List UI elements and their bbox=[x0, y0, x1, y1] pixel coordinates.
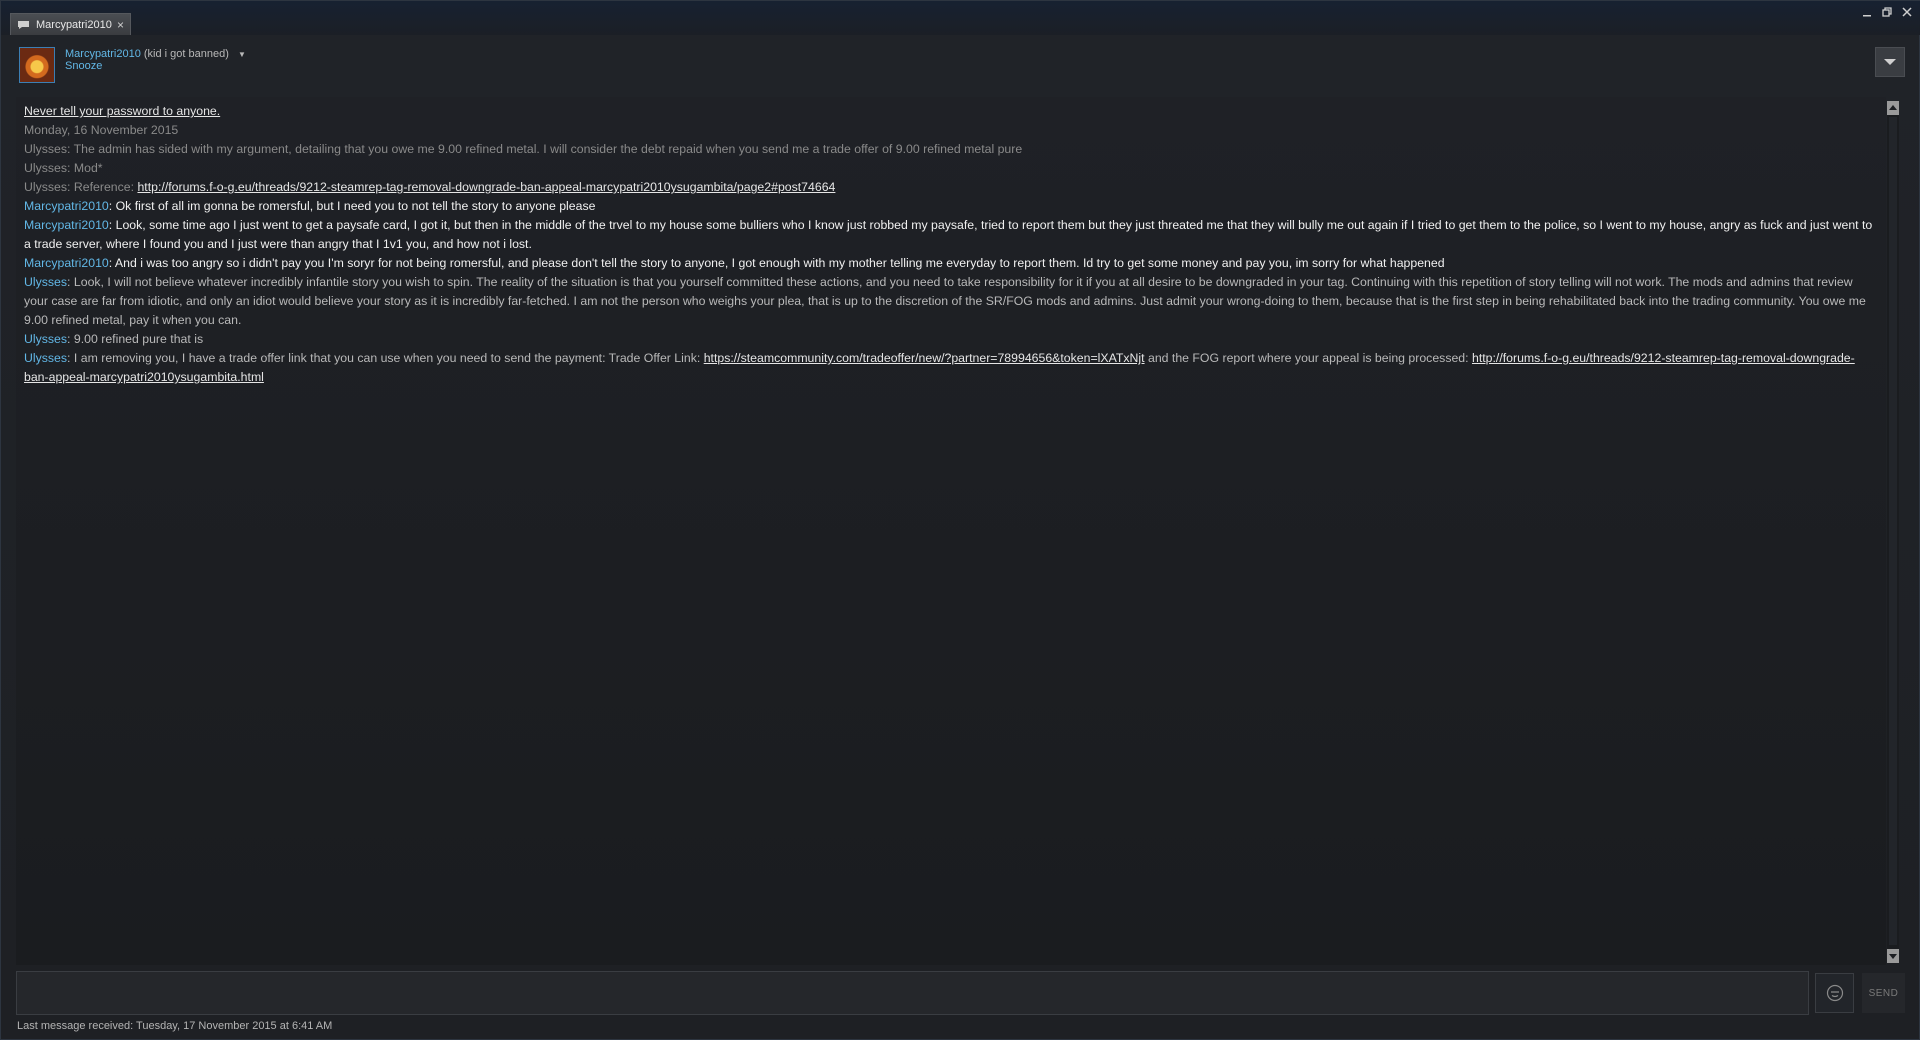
chat-header: Marcypatri2010 (kid i got banned) ▼ Snoo… bbox=[17, 47, 1905, 87]
chat-message: Ulysses: I am removing you, I have a tra… bbox=[24, 349, 1878, 387]
friend-name-row: Marcypatri2010 (kid i got banned) ▼ bbox=[65, 48, 246, 60]
message-sender: Ulysses bbox=[24, 161, 68, 175]
title-bar: Marcypatri2010 × bbox=[1, 1, 1920, 35]
message-separator: : bbox=[67, 275, 74, 289]
message-sender: Ulysses bbox=[24, 180, 68, 194]
friend-status: Snooze bbox=[65, 60, 103, 72]
tab-title: Marcypatri2010 bbox=[36, 18, 112, 31]
scroll-down-icon[interactable] bbox=[1887, 949, 1899, 963]
friend-name[interactable]: Marcypatri2010 bbox=[65, 48, 141, 60]
chat-message: Marcypatri2010: And i was too angry so i… bbox=[24, 254, 1878, 273]
message-text: Look, some time ago I just went to get a… bbox=[24, 218, 1873, 251]
scroll-up-icon[interactable] bbox=[1887, 101, 1899, 115]
chat-menu-button[interactable] bbox=[1875, 47, 1905, 77]
message-sender[interactable]: Marcypatri2010 bbox=[24, 218, 109, 232]
message-text-continued: and the FOG report where your appeal is … bbox=[1144, 351, 1472, 365]
restore-icon[interactable] bbox=[1881, 5, 1893, 17]
chat-message: Ulysses: 9.00 refined pure that is bbox=[24, 330, 1878, 349]
chat-message: Ulysses: Look, I will not believe whatev… bbox=[24, 273, 1878, 330]
tab-close-icon[interactable]: × bbox=[117, 18, 124, 32]
message-text: Ok first of all im gonna be romersful, b… bbox=[115, 199, 596, 213]
security-notice: Never tell your password to anyone. bbox=[24, 102, 1878, 121]
message-separator: : bbox=[67, 180, 74, 194]
password-notice-link[interactable]: Never tell your password to anyone. bbox=[24, 104, 220, 118]
chat-tab[interactable]: Marcypatri2010 × bbox=[10, 13, 131, 35]
message-separator: : bbox=[67, 351, 74, 365]
chat-message: Marcypatri2010: Look, some time ago I ju… bbox=[24, 216, 1878, 254]
message-separator: : bbox=[108, 218, 116, 232]
message-text: Reference: bbox=[73, 180, 138, 194]
chevron-down-icon[interactable]: ▼ bbox=[238, 50, 246, 59]
send-button[interactable]: SEND bbox=[1862, 973, 1905, 1013]
chat-message: Ulysses: Reference: http://forums.f-o-g.… bbox=[24, 178, 1878, 197]
message-text: Mod* bbox=[73, 161, 103, 175]
emoticon-button[interactable] bbox=[1815, 973, 1854, 1013]
message-sender[interactable]: Ulysses bbox=[24, 332, 67, 346]
chat-log[interactable]: Never tell your password to anyone. Mond… bbox=[16, 97, 1886, 965]
message-separator: : bbox=[108, 199, 116, 213]
message-separator: : bbox=[67, 161, 74, 175]
message-input[interactable] bbox=[17, 972, 1808, 1014]
date-separator: Monday, 16 November 2015 bbox=[24, 123, 179, 137]
message-input-box bbox=[16, 971, 1809, 1015]
avatar[interactable] bbox=[19, 47, 55, 83]
message-sender[interactable]: Ulysses bbox=[24, 275, 67, 289]
smiley-icon bbox=[1826, 984, 1843, 1002]
message-sender: Ulysses bbox=[24, 142, 68, 156]
friend-nickname: (kid i got banned) bbox=[143, 48, 229, 60]
chat-window: Marcypatri2010 × Marcypatri2010 (kid i g… bbox=[0, 0, 1920, 1040]
message-sender[interactable]: Marcypatri2010 bbox=[24, 199, 109, 213]
trade-offer-link[interactable]: https://steamcommunity.com/tradeoffer/ne… bbox=[704, 351, 1145, 365]
chevron-down-icon bbox=[1884, 59, 1896, 65]
message-text: Look, I will not believe whatever incred… bbox=[24, 275, 1866, 327]
message-text: I am removing you, I have a trade offer … bbox=[73, 351, 704, 365]
reference-link[interactable]: http://forums.f-o-g.eu/threads/9212-stea… bbox=[137, 180, 835, 194]
message-sender[interactable]: Marcypatri2010 bbox=[24, 256, 109, 270]
message-text: And i was too angry so i didn't pay you … bbox=[114, 256, 1445, 270]
message-separator: : bbox=[67, 332, 74, 346]
chat-scrollbar[interactable] bbox=[1887, 101, 1899, 963]
chat-message: Ulysses: The admin has sided with my arg… bbox=[24, 140, 1878, 159]
chat-message: Ulysses: Mod* bbox=[24, 159, 1878, 178]
message-text: 9.00 refined pure that is bbox=[73, 332, 204, 346]
message-text: The admin has sided with my argument, de… bbox=[73, 142, 1023, 156]
last-message-status: Last message received: Tuesday, 17 Novem… bbox=[17, 1020, 333, 1032]
chat-message: Marcypatri2010: Ok first of all im gonna… bbox=[24, 197, 1878, 216]
minimize-icon[interactable] bbox=[1861, 5, 1873, 17]
scroll-track[interactable] bbox=[1889, 117, 1897, 945]
window-controls bbox=[1861, 5, 1913, 17]
message-separator: : bbox=[67, 142, 74, 156]
close-icon[interactable] bbox=[1901, 5, 1913, 17]
chat-bubble-icon bbox=[17, 20, 30, 30]
message-sender[interactable]: Ulysses bbox=[24, 351, 67, 365]
